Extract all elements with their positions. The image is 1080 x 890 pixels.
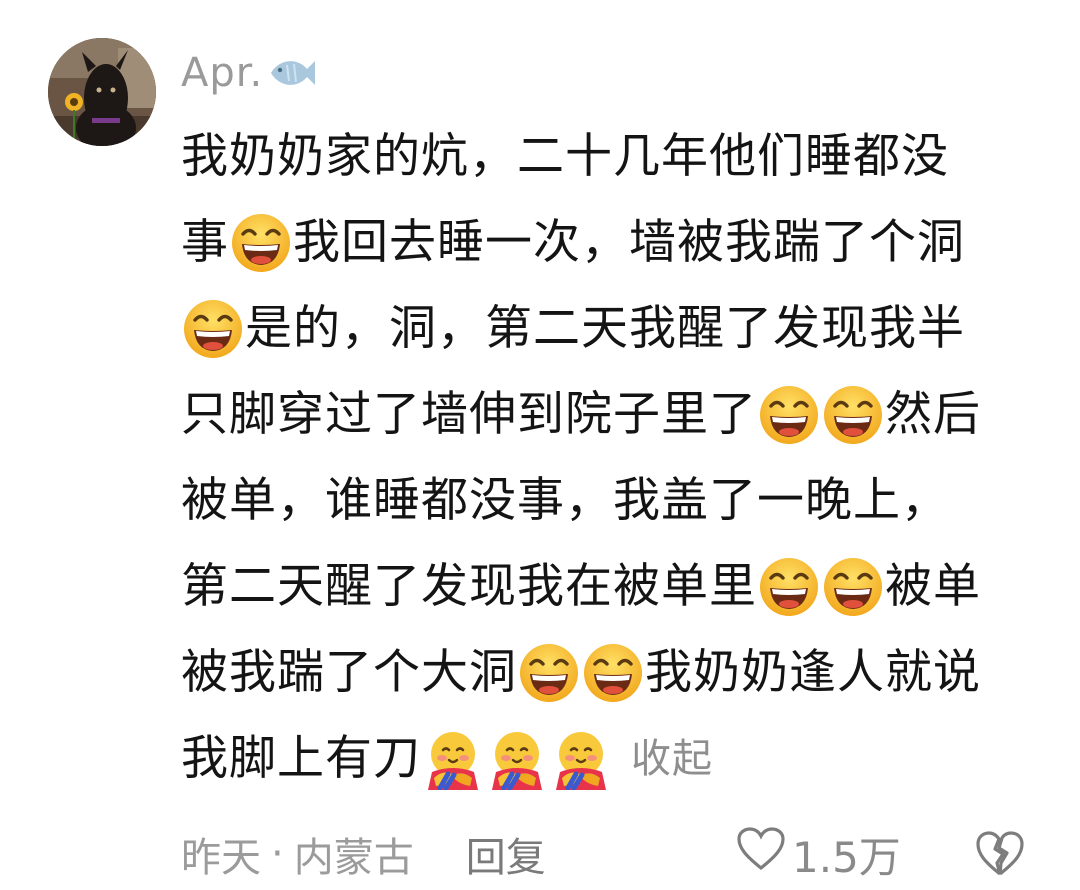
comment-line: 第二天醒了发现我在被单里 被单 (181, 544, 1041, 630)
dog-avatar-icon (48, 38, 156, 146)
comment-location: 内蒙古 (293, 835, 414, 881)
fish-icon (267, 55, 319, 91)
comment-text-segment: 被我踹了个大洞 (181, 645, 517, 700)
comment-meta: 昨天 · 内蒙古 回复 1.5万 (181, 826, 1041, 882)
grin-emoji-icon (230, 212, 292, 274)
comment-text: 我奶奶家的炕，二十几年他们睡都没事 我回去睡一次，墙被我踹了个洞是的，洞，第二天我… (181, 114, 1041, 802)
comment-line: 只脚穿过了墙伸到院子里了 然后 (181, 372, 1041, 458)
comment-line: 我脚上有刀 收起 (181, 716, 1041, 802)
comment-text-segment: 然后 (885, 387, 981, 442)
comment-text-segment: 被单 (885, 559, 981, 614)
reply-button[interactable]: 回复 (466, 825, 546, 883)
comment-text-segment: 是的，洞，第二天我醒了发现我半 (245, 301, 965, 356)
grin-emoji-icon (822, 384, 884, 446)
hug-emoji-icon (486, 728, 548, 790)
like-button[interactable]: 1.5万 (736, 826, 901, 882)
comment-text-segment: 被单，谁睡都没事，我盖了一晚上， (181, 473, 949, 528)
user-avatar[interactable] (48, 38, 156, 146)
comment-line: 事 我回去睡一次，墙被我踹了个洞 (181, 200, 1041, 286)
meta-separator: · (271, 831, 284, 877)
grin-emoji-icon (182, 298, 244, 360)
comment-text-segment: 只脚穿过了墙伸到院子里了 (181, 387, 757, 442)
comment-line: 是的，洞，第二天我醒了发现我半 (181, 286, 1041, 372)
grin-emoji-icon (758, 556, 820, 618)
comment-text-segment: 事 (181, 215, 229, 270)
username[interactable]: Apr. (181, 50, 263, 96)
username-row: Apr. (181, 48, 319, 98)
like-count: 1.5万 (792, 832, 901, 882)
comment-text-segment: 我回去睡一次，墙被我踹了个洞 (293, 215, 965, 270)
comment-item: Apr. 我奶奶家的炕，二十几年他们睡都没事 我回去睡一次，墙被我踹了个洞是的，洞… (0, 0, 1080, 890)
grin-emoji-icon (822, 556, 884, 618)
hug-emoji-icon (550, 728, 612, 790)
comment-text-segment: 我奶奶家的炕，二十几年他们睡都没 (181, 129, 949, 184)
grin-emoji-icon (758, 384, 820, 446)
hug-emoji-icon (422, 728, 484, 790)
comment-line: 被我踹了个大洞 我奶奶逢人就说 (181, 630, 1041, 716)
broken-heart-icon[interactable] (974, 828, 1026, 880)
comment-line: 我奶奶家的炕，二十几年他们睡都没 (181, 114, 1041, 200)
comment-time: 昨天 (181, 835, 261, 881)
grin-emoji-icon (518, 642, 580, 704)
comment-text-segment: 我奶奶逢人就说 (645, 645, 981, 700)
grin-emoji-icon (582, 642, 644, 704)
comment-text-segment: 第二天醒了发现我在被单里 (181, 559, 757, 614)
heart-outline-icon[interactable] (736, 826, 786, 882)
collapse-button[interactable]: 收起 (631, 716, 713, 802)
comment-line: 被单，谁睡都没事，我盖了一晚上， (181, 458, 1041, 544)
comment-text-segment: 我脚上有刀 (181, 731, 421, 786)
